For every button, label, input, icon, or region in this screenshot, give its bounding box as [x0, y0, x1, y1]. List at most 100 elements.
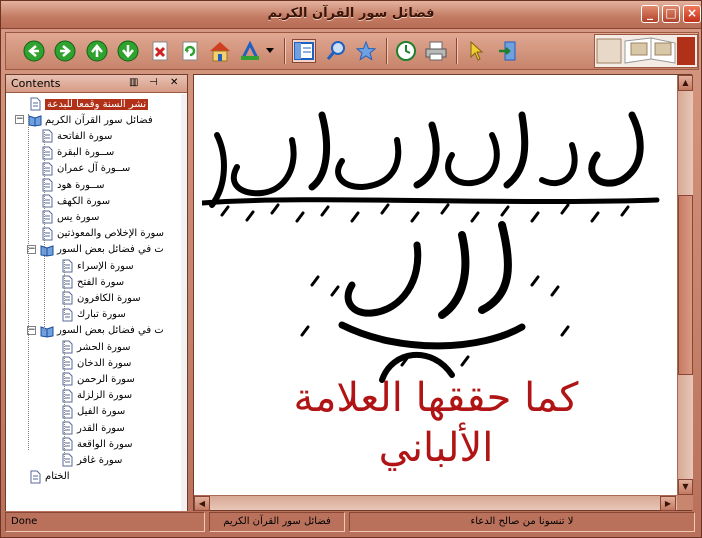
page-icon [62, 356, 73, 370]
pin-icon[interactable]: ⊣ [149, 77, 158, 88]
tree-guide-line [64, 341, 65, 461]
back-button[interactable] [22, 39, 46, 63]
status-message: لا تنسونا من صالح الدعاء [349, 512, 695, 532]
contents-pane-icon [294, 42, 314, 60]
tree-page-item[interactable]: نشر السنة وقمعا للبدعة [28, 96, 149, 112]
tree-page-item[interactable]: سورة الكهف [40, 193, 110, 209]
tree-page-item[interactable]: سورة الدخان [60, 355, 131, 371]
minimize-button[interactable]: _ [641, 5, 659, 23]
arrow-left-icon [23, 40, 45, 62]
exit-button[interactable] [496, 39, 520, 63]
hide-contents-button[interactable] [292, 39, 316, 63]
tree-page-item[interactable]: سورة يس [40, 209, 99, 225]
page-icon [62, 421, 73, 435]
tree-page-item[interactable]: سورة القدر [60, 420, 125, 436]
search-icon [326, 41, 345, 60]
tree-page-item[interactable]: سورة الفيل [60, 404, 125, 420]
open-book-icon [40, 245, 54, 257]
tree-item-label: سورة الزلزلة [77, 390, 133, 402]
tree-page-item[interactable]: ســورة هود [40, 177, 105, 193]
home-icon [210, 42, 230, 62]
content-vertical-scrollbar[interactable]: ▲ ▼ [677, 75, 693, 496]
tree-page-item[interactable]: ســورة آل عمران [40, 161, 130, 177]
tree-page-item[interactable]: الختام [28, 469, 70, 485]
toolbar-separator [386, 38, 388, 64]
page-icon [42, 178, 53, 192]
quran-book-logo-icon [595, 35, 697, 67]
tree-guide-line [64, 260, 65, 315]
scrollbar-corner [677, 495, 693, 510]
tree-folder-item[interactable]: فضائل سور القرآن الكريم [28, 112, 153, 128]
tree-item-label: سورة الإسراء [77, 260, 134, 272]
tree-scrollbar[interactable] [181, 94, 187, 511]
history-button[interactable] [394, 39, 418, 63]
page-icon [62, 340, 73, 354]
forward-button[interactable] [53, 39, 77, 63]
tree-page-item[interactable]: سورة الرحمن [60, 371, 135, 387]
tree-page-item[interactable]: سورة الزلزلة [60, 388, 132, 404]
tree-page-item[interactable]: سورة الفاتحة [40, 128, 112, 144]
tree-item-label: ت في فضائل بعض السور [57, 244, 164, 256]
history-icon [396, 41, 416, 61]
tree-item-label: سورة الكهف [57, 195, 111, 207]
toolbar-separator [284, 38, 286, 64]
page-icon [62, 259, 73, 273]
page-icon [42, 146, 53, 160]
search-button[interactable] [324, 39, 348, 63]
tree-page-item[interactable]: سورة الكافرون [60, 290, 141, 306]
title-bar[interactable]: فضائل سور القرآن الكريم _ □ × [1, 1, 701, 29]
tree-guide-line [44, 132, 45, 331]
tree-item-label: ســورة البقرة [57, 147, 115, 159]
scroll-up-button[interactable]: ▲ [678, 75, 693, 91]
tree-item-label: نشر السنة وقمعا للبدعة [45, 98, 149, 110]
contents-tree: نشر السنة وقمعا للبدعة فضائل سور القرآن ا… [6, 94, 181, 511]
page-icon [62, 275, 73, 289]
font-size-icon [241, 40, 259, 60]
scroll-down-button[interactable]: ▼ [678, 479, 693, 495]
close-icon[interactable]: ✕ [170, 77, 178, 88]
status-book-title: فضائل سور القرآن الكريم [209, 512, 345, 532]
home-button[interactable] [208, 39, 232, 63]
tree-item-label: سورة غافر [77, 454, 123, 466]
tree-folder-item[interactable]: ت في فضائل بعض السور [40, 323, 164, 339]
tree-item-label: سورة القدر [77, 422, 125, 434]
window-title: فضائل سور القرآن الكريم [267, 6, 435, 21]
status-bar: Done فضائل سور القرآن الكريم لا تنسونا م… [5, 512, 699, 534]
tree-expander[interactable]: − [15, 115, 24, 125]
tree-page-item[interactable]: سورة الواقعة [60, 436, 133, 452]
tree-page-item[interactable]: سورة الفتح [60, 274, 124, 290]
font-size-dropdown[interactable] [264, 39, 276, 63]
page-icon [62, 308, 73, 322]
refresh-button[interactable] [178, 39, 202, 63]
close-button[interactable]: × [683, 5, 701, 23]
tree-page-item[interactable]: سورة غافر [60, 452, 122, 468]
up-button[interactable] [85, 39, 109, 63]
scroll-left-button[interactable]: ◀ [194, 496, 210, 511]
font-size-button[interactable] [238, 39, 262, 63]
tree-page-item[interactable]: ســورة البقرة [40, 145, 114, 161]
tree-item-label: سورة الفتح [77, 276, 125, 288]
content-horizontal-scrollbar[interactable]: ◀ ▶ [194, 495, 677, 511]
page-icon [42, 227, 53, 241]
tree-page-item[interactable]: سورة تبارك [60, 307, 126, 323]
tree-page-item[interactable]: سورة الإسراء [60, 258, 134, 274]
stop-button[interactable] [148, 39, 172, 63]
exit-icon [499, 41, 516, 61]
pane-menu-icon[interactable]: ▥ [129, 77, 138, 88]
maximize-button[interactable]: □ [662, 5, 680, 23]
tree-item-label: الختام [45, 471, 70, 483]
favorites-button[interactable] [354, 39, 378, 63]
tree-item-label: سورة تبارك [77, 309, 126, 321]
content-view: كما حققها العلامة الألباني [193, 74, 692, 511]
tree-item-label: سورة الرحمن [77, 373, 135, 385]
print-button[interactable] [424, 39, 448, 63]
tree-page-item[interactable]: سورة الإخلاص والمعوذتين [40, 226, 164, 242]
app-logo [594, 34, 698, 68]
tree-page-item[interactable]: سورة الحشر [60, 339, 131, 355]
down-button[interactable] [116, 39, 140, 63]
scroll-thumb[interactable] [678, 195, 693, 375]
page-icon [42, 210, 53, 224]
options-button[interactable] [464, 39, 488, 63]
scroll-right-button[interactable]: ▶ [660, 496, 676, 511]
tree-folder-item[interactable]: ت في فضائل بعض السور [40, 242, 164, 258]
